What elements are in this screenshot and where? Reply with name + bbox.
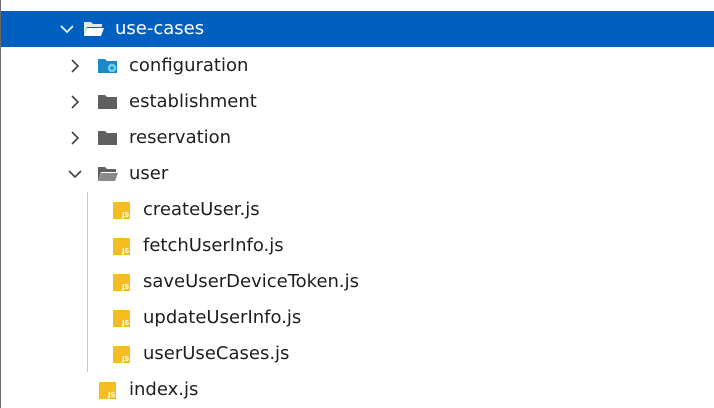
tree-item-use-cases[interactable]: use-cases <box>1 11 714 47</box>
file-explorer-tree: use-cases configuration establishment re… <box>0 0 714 408</box>
javascript-file-icon: JS <box>99 382 116 399</box>
folder-open-icon <box>83 20 105 38</box>
tree-item-label: index.js <box>129 379 199 400</box>
javascript-file-icon: JS <box>113 274 130 291</box>
tree-item-label: user <box>129 163 169 184</box>
tree-item-index-js[interactable]: JS index.js <box>1 372 714 408</box>
tree-item-configuration[interactable]: configuration <box>1 48 714 84</box>
tree-item-establishment[interactable]: establishment <box>1 84 714 120</box>
tree-item-label: establishment <box>129 91 257 112</box>
folder-open-icon <box>97 165 119 183</box>
tree-item-label: createUser.js <box>143 199 260 220</box>
javascript-file-icon: JS <box>113 238 130 255</box>
tree-item-reservation[interactable]: reservation <box>1 120 714 156</box>
chevron-down-icon[interactable] <box>65 164 85 184</box>
config-folder-icon <box>97 57 119 75</box>
tree-item-file[interactable]: JS createUser.js <box>1 192 714 228</box>
tree-item-file[interactable]: JS updateUserInfo.js <box>1 300 714 336</box>
chevron-down-icon[interactable] <box>57 19 77 39</box>
tree-item-user[interactable]: user <box>1 156 714 192</box>
tree-item-label: fetchUserInfo.js <box>143 235 284 256</box>
javascript-file-icon: JS <box>113 310 130 327</box>
chevron-right-icon[interactable] <box>65 56 85 76</box>
chevron-right-icon[interactable] <box>65 92 85 112</box>
tree-item-label: userUseCases.js <box>143 343 290 364</box>
javascript-file-icon: JS <box>113 346 130 363</box>
javascript-file-icon: JS <box>113 202 130 219</box>
tree-item-file[interactable]: JS saveUserDeviceToken.js <box>1 264 714 300</box>
tree-item-label: saveUserDeviceToken.js <box>143 271 360 292</box>
chevron-right-icon[interactable] <box>65 128 85 148</box>
tree-item-file[interactable]: JS fetchUserInfo.js <box>1 228 714 264</box>
tree-item-label: use-cases <box>115 18 205 39</box>
tree-item-label: configuration <box>129 55 249 76</box>
folder-icon <box>97 129 119 147</box>
tree-item-file[interactable]: JS userUseCases.js <box>1 336 714 372</box>
tree-item-label: updateUserInfo.js <box>143 307 302 328</box>
tree-item-label: reservation <box>129 127 232 148</box>
folder-icon <box>97 93 119 111</box>
